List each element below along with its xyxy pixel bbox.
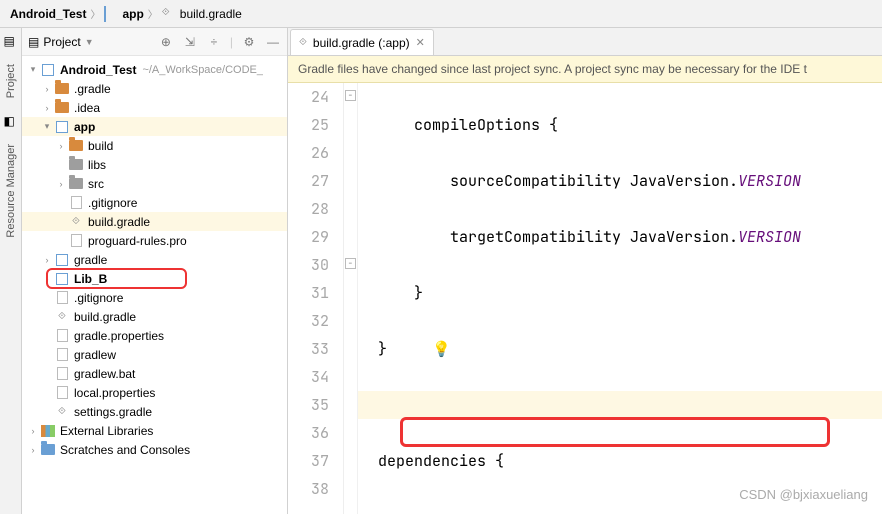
tree-file-gradlew-bat[interactable]: gradlew.bat <box>22 364 287 383</box>
tree-file-gitignore2[interactable]: .gitignore <box>22 288 287 307</box>
collapse-icon[interactable]: ÷ <box>206 34 222 50</box>
tree-file-gradlew[interactable]: gradlew <box>22 345 287 364</box>
editor-tab-active[interactable]: ⟐ build.gradle (:app) ✕ <box>290 29 434 55</box>
project-panel-header: ▤ Project ▼ ⊕ ⇲ ÷ | ⚙ — <box>22 28 287 56</box>
left-tool-rail: ▤ Project ◧ Resource Manager <box>0 28 22 514</box>
tree-external-libraries[interactable]: ›External Libraries <box>22 421 287 440</box>
tree-folder-gradle[interactable]: ›.gradle <box>22 79 287 98</box>
fold-marker-icon[interactable]: − <box>345 90 356 101</box>
tree-scratches[interactable]: ›Scratches and Consoles <box>22 440 287 459</box>
chevron-right-icon: 〉 <box>90 6 100 21</box>
tree-root[interactable]: ▾Android_Test~/A_WorkSpace/CODE_ <box>22 60 287 79</box>
tree-folder-libs[interactable]: libs <box>22 155 287 174</box>
highlight-annotation <box>400 417 830 447</box>
project-tool-tab[interactable]: Project <box>3 58 19 104</box>
module-icon <box>104 7 118 21</box>
code-area[interactable]: compileOptions { sourceCompatibility Jav… <box>358 83 882 514</box>
editor-body[interactable]: 242526272829303132333435363738 − − compi… <box>288 83 882 514</box>
tree-file-settings-gradle[interactable]: ⟐settings.gradle <box>22 402 287 421</box>
gear-icon[interactable]: ⚙ <box>241 34 257 50</box>
fold-column[interactable]: − − <box>344 83 358 514</box>
close-icon[interactable]: ✕ <box>416 36 425 49</box>
breadcrumb-root[interactable]: Android_Test <box>10 7 86 21</box>
tree-module-lib-b[interactable]: ›Lib_B <box>22 269 287 288</box>
tree-file-gitignore[interactable]: .gitignore <box>22 193 287 212</box>
gradle-icon: ⟐ <box>162 7 176 21</box>
gradle-icon: ⟐ <box>299 37 307 48</box>
project-tree[interactable]: ▾Android_Test~/A_WorkSpace/CODE_ ›.gradl… <box>22 56 287 514</box>
tree-module-gradle[interactable]: ›gradle <box>22 250 287 269</box>
editor-tabs: ⟐ build.gradle (:app) ✕ <box>288 28 882 56</box>
tree-folder-build[interactable]: ›build <box>22 136 287 155</box>
chevron-right-icon: 〉 <box>148 6 158 21</box>
tree-file-proguard[interactable]: proguard-rules.pro <box>22 231 287 250</box>
breadcrumb-app[interactable]: app <box>122 7 143 21</box>
lightbulb-icon[interactable]: 💡 <box>432 339 451 359</box>
resource-manager-icon[interactable]: ◧ <box>4 114 18 128</box>
project-panel: ▤ Project ▼ ⊕ ⇲ ÷ | ⚙ — ▾Android_Test~/A… <box>22 28 288 514</box>
gradle-icon: ⟐ <box>68 214 84 230</box>
project-view-icon: ▤ <box>28 35 39 49</box>
tree-module-app[interactable]: ▾app <box>22 117 287 136</box>
sync-banner[interactable]: Gradle files have changed since last pro… <box>288 56 882 83</box>
breadcrumb: Android_Test 〉 app 〉 ⟐ build.gradle <box>0 0 882 28</box>
editor-area: ⟐ build.gradle (:app) ✕ Gradle files hav… <box>288 28 882 514</box>
gradle-icon: ⟐ <box>54 309 70 325</box>
target-icon[interactable]: ⊕ <box>158 34 174 50</box>
line-gutter: 242526272829303132333435363738 <box>288 83 344 514</box>
tree-file-local-properties[interactable]: local.properties <box>22 383 287 402</box>
watermark: CSDN @bjxiaxueliang <box>739 487 868 502</box>
resource-manager-tab[interactable]: Resource Manager <box>3 138 19 244</box>
expand-icon[interactable]: ⇲ <box>182 34 198 50</box>
fold-marker-icon[interactable]: − <box>345 258 356 269</box>
breadcrumb-file[interactable]: build.gradle <box>180 7 242 21</box>
project-panel-title[interactable]: Project <box>43 35 80 49</box>
dropdown-icon[interactable]: ▼ <box>85 37 94 47</box>
tab-label: build.gradle (:app) <box>313 36 410 50</box>
tree-folder-src[interactable]: ›src <box>22 174 287 193</box>
project-tool-icon[interactable]: ▤ <box>4 34 18 48</box>
tree-file-build-gradle-root[interactable]: ⟐build.gradle <box>22 307 287 326</box>
tree-file-gradle-properties[interactable]: gradle.properties <box>22 326 287 345</box>
hide-icon[interactable]: — <box>265 34 281 50</box>
tree-file-build-gradle-app[interactable]: ⟐build.gradle <box>22 212 287 231</box>
gradle-icon: ⟐ <box>54 404 70 420</box>
tree-folder-idea[interactable]: ›.idea <box>22 98 287 117</box>
